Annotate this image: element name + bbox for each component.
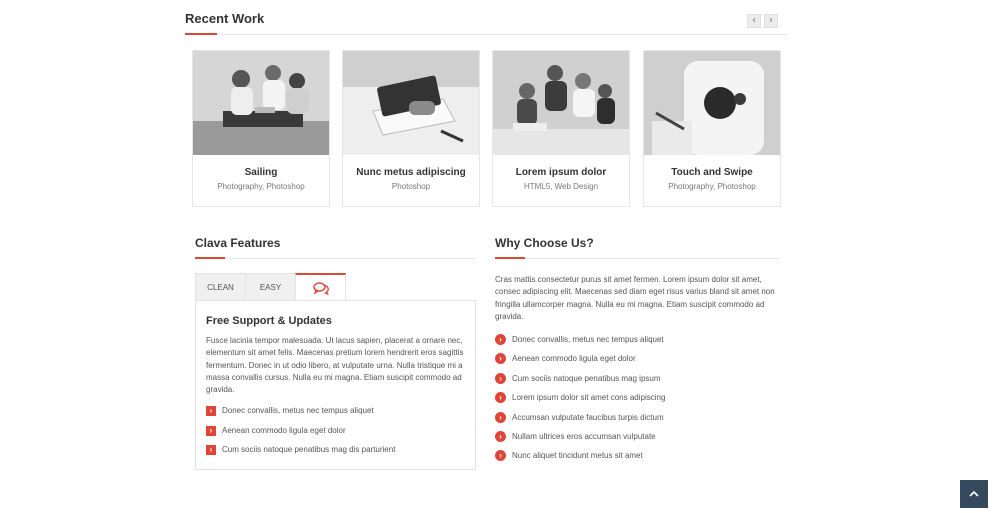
list-item-text: Cum sociis natoque penatibus mag dis par… (222, 445, 396, 454)
list-item: › Aenean commodo ligula eget dolor (495, 353, 780, 372)
list-item-text: Cum sociis natoque penatibus mag ipsum (512, 373, 661, 383)
list-item: › Nullam ultrices eros accumsan vulputate (495, 430, 780, 450)
portfolio-title[interactable]: Sailing (193, 167, 329, 178)
portfolio-title[interactable]: Touch and Swipe (644, 167, 780, 178)
chevron-right-icon: › (495, 411, 506, 423)
list-item: › Accumsan vulputate faucibus turpis dict… (495, 411, 780, 431)
portfolio-image[interactable] (193, 51, 329, 155)
chevron-right-icon: › (495, 450, 506, 462)
chevron-right-icon: › (206, 425, 216, 436)
why-text: Cras mattis consectetur purus sit amet f… (495, 275, 775, 321)
portfolio-image[interactable] (343, 51, 479, 155)
portfolio-card-lorem[interactable]: Lorem ipsum dolor HTML5, Web Design (492, 50, 630, 207)
list-item: › Aenean commodo ligula eget dolor (206, 425, 468, 446)
tab-clean[interactable]: CLEAN (195, 273, 246, 301)
portfolio-categories: Photoshop (391, 182, 431, 191)
chevron-right-icon: › (495, 430, 506, 442)
chevron-up-icon (969, 490, 979, 497)
features-list: › Donec convallis, metus nec tempus aliqu… (206, 406, 468, 465)
list-item: › Donec convallis, metus nec tempus aliqu… (495, 334, 780, 353)
list-item: › Cum sociis natoque penatibus mag ipsum (495, 372, 780, 392)
recent-work-divider (185, 34, 788, 35)
why-title: Why Choose Us? (495, 236, 594, 250)
portfolio-image[interactable] (644, 51, 780, 155)
tab-easy[interactable]: EASY (245, 273, 296, 301)
why-accent (495, 257, 525, 259)
portfolio-categories: Photography, Photoshop (668, 182, 756, 191)
portfolio-image[interactable] (493, 51, 629, 155)
list-item: › Nunc aliquet tincidunt metus sit amet (495, 450, 780, 469)
portfolio-title[interactable]: Nunc metus adipiscing (343, 167, 479, 178)
chevron-right-icon: › (495, 334, 506, 345)
portfolio-categories: Photography, Photoshop (217, 182, 305, 191)
list-item-text: Donec convallis, metus nec tempus alique… (222, 406, 374, 415)
features-title: Clava Features (195, 236, 281, 250)
tab-support[interactable] (295, 273, 346, 301)
carousel-prev-button[interactable]: ‹ (747, 14, 761, 28)
features-tab-panel: Free Support & Updates Fusce lacinia tem… (195, 300, 476, 470)
chevron-right-icon: › (495, 372, 506, 384)
recent-work-accent (185, 33, 217, 35)
chevron-right-icon: › (769, 15, 773, 26)
features-divider (195, 258, 476, 259)
portfolio-card-touch[interactable]: Touch and Swipe Photography, Photoshop (643, 50, 781, 207)
chevron-left-icon: ‹ (752, 15, 756, 26)
portfolio-categories: HTML5, Web Design (523, 182, 599, 191)
chevron-right-icon: › (495, 392, 506, 404)
carousel-next-button[interactable]: › (764, 14, 778, 28)
why-list: › Donec convallis, metus nec tempus aliqu… (495, 334, 780, 470)
list-item: › Lorem ipsum dolor sit amet cons adipisc… (495, 392, 780, 411)
features-tabs: CLEAN EASY (195, 273, 476, 301)
list-item-text: Aenean commodo ligula eget dolor (222, 425, 346, 435)
recent-work-title: Recent Work (185, 11, 265, 26)
chevron-right-icon: › (206, 445, 216, 455)
chevron-right-icon: › (206, 406, 216, 416)
chat-bubbles-icon (312, 282, 329, 296)
portfolio-card-nunc[interactable]: Nunc metus adipiscing Photoshop (342, 50, 480, 207)
list-item-text: Nunc aliquet tincidunt metus sit amet (512, 451, 643, 461)
portfolio-title[interactable]: Lorem ipsum dolor (493, 167, 629, 178)
list-item-text: Accumsan vulputate faucibus turpis dictu… (512, 412, 664, 422)
list-item-text: Aenean commodo ligula eget dolor (512, 354, 636, 364)
features-accent (195, 257, 225, 259)
back-to-top-button[interactable] (960, 480, 988, 508)
panel-text: Fusce lacinia tempor malesuada. Ut lacus… (206, 336, 464, 395)
chevron-right-icon: › (495, 353, 506, 365)
list-item-text: Nullam ultrices eros accumsan vulputate (512, 431, 656, 441)
list-item-text: Lorem ipsum dolor sit amet cons adipisci… (512, 393, 666, 403)
list-item: › Donec convallis, metus nec tempus aliqu… (206, 406, 468, 426)
panel-title: Free Support & Updates (206, 315, 332, 327)
portfolio-card-sailing[interactable]: Sailing Photography, Photoshop (192, 50, 330, 207)
list-item-text: Donec convallis, metus nec tempus alique… (512, 335, 664, 344)
list-item: › Cum sociis natoque penatibus mag dis pa… (206, 445, 468, 465)
why-divider (495, 258, 780, 259)
